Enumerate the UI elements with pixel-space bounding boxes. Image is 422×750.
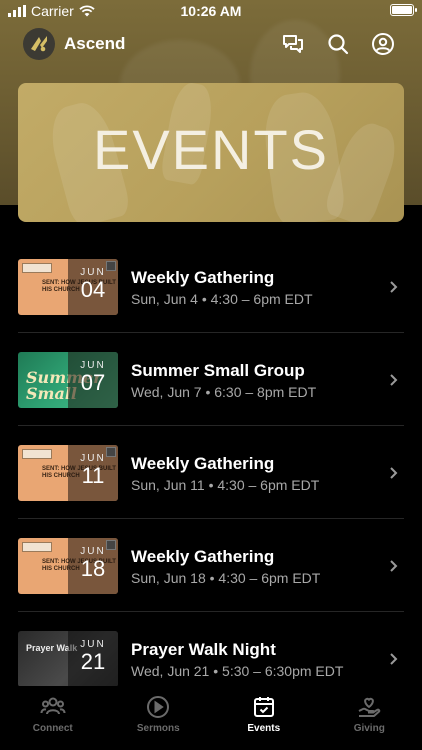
tab-sermons[interactable]: Sermons: [106, 686, 212, 750]
chevron-right-icon: [390, 374, 398, 386]
chat-button[interactable]: [279, 30, 307, 58]
event-row[interactable]: SENT: HOW JESUS BUILT HIS CHURCH JUN 18 …: [0, 519, 422, 612]
event-thumbnail: SENT: HOW JESUS BUILT HIS CHURCH JUN 04: [18, 259, 118, 315]
event-meta: Sun, Jun 11 • 4:30 – 6pm EDT: [131, 477, 320, 493]
calendar-icon: [253, 697, 274, 717]
tab-label: Connect: [32, 723, 73, 734]
people-icon: [40, 697, 66, 715]
event-row[interactable]: SENT: HOW JESUS BUILT HIS CHURCH JUN 11 …: [0, 426, 422, 519]
date-day: 18: [80, 556, 106, 581]
profile-icon: [372, 33, 394, 55]
event-row[interactable]: Summer Small JUN 07 Summer Small Group W…: [0, 333, 422, 426]
status-right: [390, 4, 417, 16]
banner-title: EVENTS: [92, 118, 330, 181]
app-title: Ascend: [64, 34, 126, 53]
chevron-right-icon: [390, 467, 398, 479]
chevron-right-icon: [390, 653, 398, 665]
event-thumbnail: Summer Small JUN 07: [18, 352, 118, 408]
tab-events[interactable]: Events: [211, 686, 317, 750]
checkbox-icon: [106, 447, 116, 457]
heart-hand-icon: [358, 697, 381, 717]
chevron-right-icon: [390, 281, 398, 293]
profile-button[interactable]: [369, 30, 397, 58]
event-meta: Sun, Jun 18 • 4:30 – 6pm EDT: [131, 570, 321, 586]
event-title: Weekly Gathering: [131, 547, 275, 566]
event-meta: Wed, Jun 7 • 6:30 – 8pm EDT: [131, 384, 317, 400]
event-thumbnail: Prayer Walk JUN 21: [18, 631, 118, 687]
artwork-label: [22, 263, 52, 273]
status-bar: Carrier 10:26 AM: [0, 0, 422, 22]
chevron-right-icon: [390, 560, 398, 572]
date-day: 07: [80, 370, 106, 395]
date-day: 04: [80, 277, 106, 302]
play-circle-icon: [147, 696, 170, 718]
status-time: 10:26 AM: [180, 3, 242, 19]
date-box: JUN 21: [68, 631, 118, 687]
events-banner: EVENTS: [18, 83, 404, 222]
tab-connect[interactable]: Connect: [0, 686, 106, 750]
date-box: JUN 07: [68, 352, 118, 408]
event-thumbnail: SENT: HOW JESUS BUILT HIS CHURCH JUN 11: [18, 445, 118, 501]
app-bar: Ascend: [0, 26, 422, 62]
checkbox-icon: [106, 540, 116, 550]
event-title: Summer Small Group: [131, 361, 305, 380]
event-title: Weekly Gathering: [131, 454, 275, 473]
tab-label: Giving: [353, 723, 385, 734]
search-icon: [328, 34, 349, 55]
app-logo-icon[interactable]: [23, 28, 55, 60]
search-button[interactable]: [324, 30, 352, 58]
artwork-label: [22, 449, 52, 459]
artwork-label: [22, 542, 52, 552]
tab-label: Sermons: [136, 723, 180, 734]
event-row[interactable]: SENT: HOW JESUS BUILT HIS CHURCH JUN 04 …: [0, 240, 422, 333]
tab-label: Events: [247, 723, 281, 734]
event-title: Prayer Walk Night: [131, 640, 276, 659]
event-meta: Wed, Jun 21 • 5:30 – 6:30pm EDT: [131, 663, 344, 679]
date-day: 11: [81, 463, 105, 488]
checkbox-icon: [106, 261, 116, 271]
tab-bar: Connect Sermons Events Giving: [0, 686, 422, 750]
event-meta: Sun, Jun 4 • 4:30 – 6pm EDT: [131, 291, 313, 307]
chat-bubbles-icon: [283, 35, 303, 53]
event-title: Weekly Gathering: [131, 268, 275, 287]
date-day: 21: [80, 649, 106, 674]
tab-giving[interactable]: Giving: [317, 686, 422, 750]
event-thumbnail: SENT: HOW JESUS BUILT HIS CHURCH JUN 18: [18, 538, 118, 594]
battery-icon: [390, 4, 417, 16]
